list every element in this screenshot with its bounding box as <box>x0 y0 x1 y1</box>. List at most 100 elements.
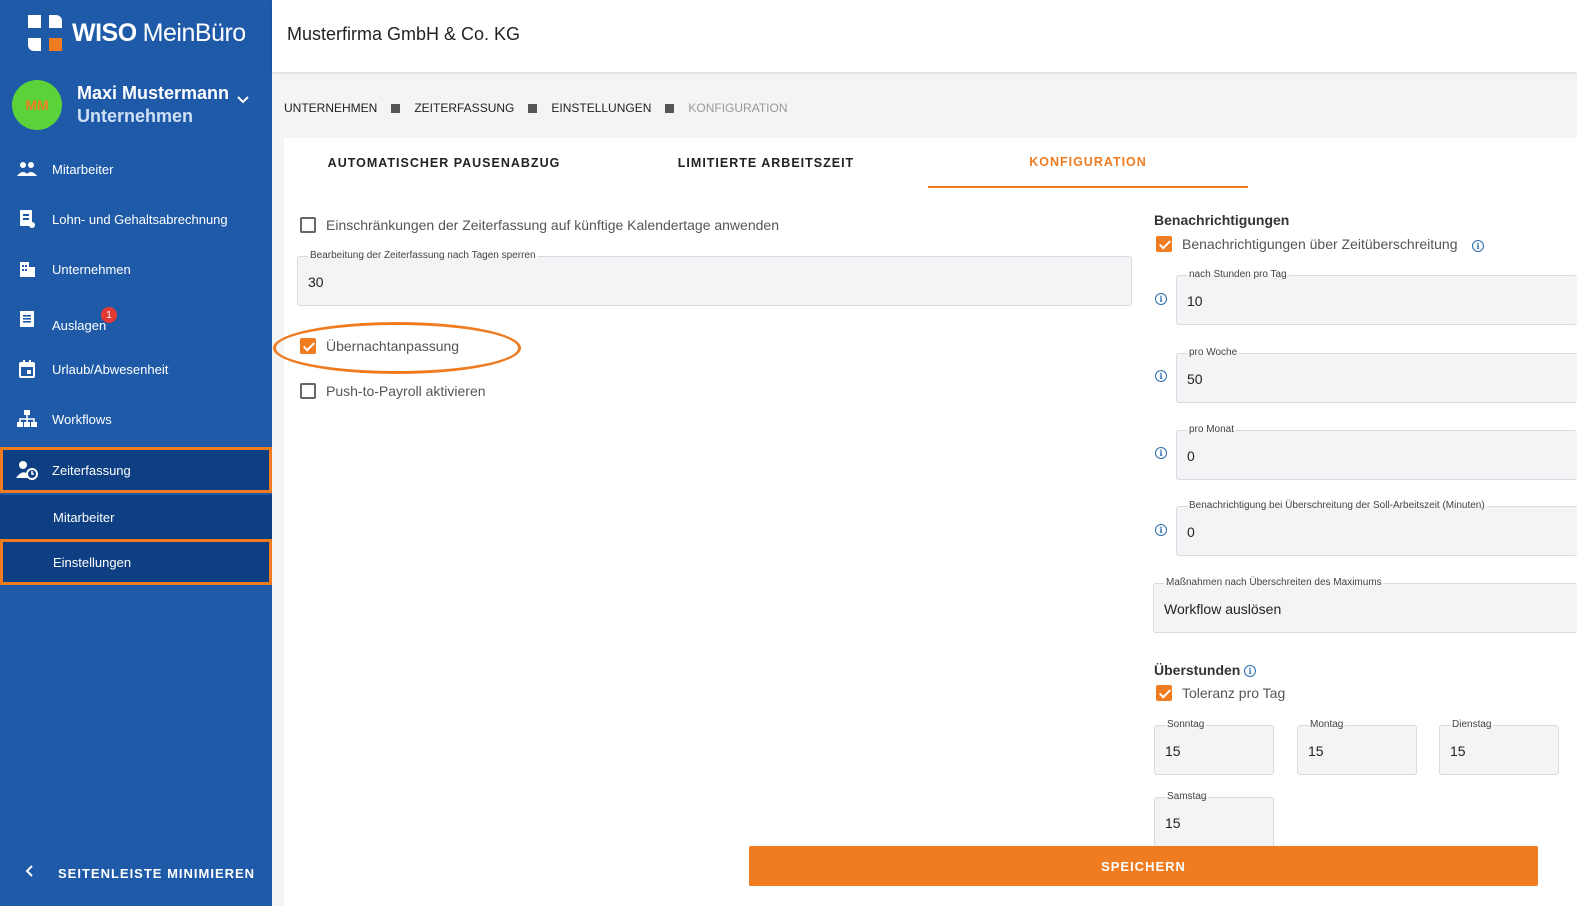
sidebar-item-workflows[interactable]: Workflows <box>0 397 272 441</box>
sidebar: WISO MeinBüro MM Maxi Mustermann Unterneh… <box>0 0 272 906</box>
user-role: Unternehmen <box>77 106 194 126</box>
tab-limitierte-arbeitszeit[interactable]: LIMITIERTE ARBEITSZEIT <box>606 138 926 188</box>
sidebar-item-label: Unternehmen <box>52 261 131 277</box>
notifications-title: Benachrichtigungen <box>1154 212 1290 228</box>
breadcrumb-separator-icon <box>665 103 675 113</box>
sidebar-item-zeiterfassung[interactable]: Zeiterfassung <box>0 447 272 493</box>
breadcrumb-separator-icon <box>528 103 538 113</box>
sidebar-item-mitarbeiter[interactable]: Mitarbeiter <box>0 147 272 191</box>
highlight-ellipse <box>273 322 521 374</box>
field-value: Workflow auslösen <box>1164 601 1282 617</box>
field-value: 10 <box>1187 293 1203 309</box>
field-value: 15 <box>1308 743 1324 759</box>
sidebar-item-label: Einstellungen <box>53 554 132 570</box>
push-to-payroll-checkbox[interactable]: Push-to-Payroll aktivieren <box>300 383 486 399</box>
sidebar-subitem-mitarbeiter[interactable]: Mitarbeiter <box>0 495 272 539</box>
payroll-icon <box>16 209 38 229</box>
logo-text: WISO MeinBüro <box>72 18 246 47</box>
sidebar-item-auslagen[interactable]: Auslagen 1 <box>0 297 272 341</box>
people-icon <box>16 159 38 179</box>
per-week-field[interactable]: pro Woche 50 <box>1176 347 1577 403</box>
checkbox-icon <box>300 383 316 399</box>
info-icon[interactable]: i <box>1155 524 1167 536</box>
sunday-tolerance-field[interactable]: Sonntag 15 <box>1154 719 1274 775</box>
tab-bar: AUTOMATISCHER PAUSENABZUG LIMITIERTE ARB… <box>284 138 1577 188</box>
info-icon[interactable]: i <box>1472 240 1484 252</box>
logo-mark-icon <box>28 15 62 51</box>
sidebar-item-unternehmen[interactable]: Unternehmen <box>0 247 272 291</box>
minimize-label: SEITENLEISTE MINIMIEREN <box>58 865 256 881</box>
chevron-down-icon[interactable] <box>236 92 250 108</box>
breadcrumb-item[interactable]: ZEITERFASSUNG <box>414 101 514 115</box>
field-label: Maßnahmen nach Überschreiten des Maximum… <box>1164 577 1384 588</box>
hours-per-day-field[interactable]: nach Stunden pro Tag 10 <box>1176 269 1577 325</box>
field-label: Bearbeitung der Zeiterfassung nach Tagen… <box>308 250 538 261</box>
brand-logo[interactable]: WISO MeinBüro <box>28 15 246 51</box>
field-label: nach Stunden pro Tag <box>1187 269 1289 280</box>
field-label: Benachrichtigung bei Überschreitung der … <box>1187 500 1487 511</box>
field-value: 15 <box>1165 815 1181 831</box>
sidebar-item-label: Urlaub/Abwesenheit <box>52 361 169 377</box>
checkbox-label: Benachrichtigungen über Zeitüberschreitu… <box>1182 236 1458 252</box>
field-label: pro Woche <box>1187 347 1240 358</box>
lock-days-field[interactable]: Bearbeitung der Zeiterfassung nach Tagen… <box>297 250 1132 306</box>
sidebar-item-label: Mitarbeiter <box>53 509 115 525</box>
saturday-tolerance-field[interactable]: Samstag 15 <box>1154 791 1274 847</box>
restrict-future-days-checkbox[interactable]: Einschränkungen der Zeiterfassung auf kü… <box>300 217 779 233</box>
breadcrumb-item[interactable]: UNTERNEHMEN <box>284 101 377 115</box>
breadcrumb-separator-icon <box>391 103 401 113</box>
building-icon <box>16 259 38 279</box>
per-month-field[interactable]: pro Monat 0 <box>1176 424 1577 480</box>
breadcrumb: UNTERNEHMEN ZEITERFASSUNG EINSTELLUNGEN … <box>284 101 788 115</box>
info-icon[interactable]: i <box>1155 370 1167 382</box>
field-label: pro Monat <box>1187 424 1237 435</box>
field-label: Sonntag <box>1165 719 1207 730</box>
field-label: Montag <box>1308 719 1346 730</box>
tab-konfiguration[interactable]: KONFIGURATION <box>928 138 1248 188</box>
sidebar-item-label: Zeiterfassung <box>52 462 131 478</box>
info-icon[interactable]: i <box>1155 447 1167 459</box>
workflow-icon <box>16 409 38 429</box>
overtime-title: Überstunden <box>1154 662 1241 678</box>
sidebar-item-label: Mitarbeiter <box>52 161 114 177</box>
max-actions-select[interactable]: Maßnahmen nach Überschreiten des Maximum… <box>1153 577 1577 633</box>
monday-tolerance-field[interactable]: Montag 15 <box>1297 719 1417 775</box>
field-value: 15 <box>1165 743 1181 759</box>
field-value: 0 <box>1187 448 1195 464</box>
exceed-notification-checkbox[interactable]: Benachrichtigungen über Zeitüberschreitu… <box>1156 236 1458 252</box>
info-icon[interactable]: i <box>1244 665 1256 677</box>
checkbox-label: Einschränkungen der Zeiterfassung auf kü… <box>326 217 779 233</box>
checkbox-checked-icon <box>1156 685 1172 701</box>
sidebar-item-label: Auslagen <box>52 317 107 333</box>
sidebar-subitem-einstellungen[interactable]: Einstellungen <box>0 539 272 585</box>
checkbox-checked-icon <box>1156 236 1172 252</box>
field-value: 50 <box>1187 371 1203 387</box>
save-button[interactable]: SPEICHERN <box>749 846 1538 886</box>
sidebar-item-lohn[interactable]: Lohn- und Gehaltsabrechnung <box>0 197 272 241</box>
checkbox-label: Push-to-Payroll aktivieren <box>326 383 486 399</box>
receipt-icon <box>16 309 38 329</box>
tab-automatischer-pausenabzug[interactable]: AUTOMATISCHER PAUSENABZUG <box>284 138 604 188</box>
tolerance-per-day-checkbox[interactable]: Toleranz pro Tag <box>1156 685 1285 701</box>
field-value: 30 <box>308 274 324 290</box>
breadcrumb-current: KONFIGURATION <box>688 101 788 115</box>
sidebar-item-urlaub[interactable]: Urlaub/Abwesenheit <box>0 347 272 391</box>
target-exceed-minutes-field[interactable]: Benachrichtigung bei Überschreitung der … <box>1176 500 1577 556</box>
sidebar-item-label: Workflows <box>52 411 112 427</box>
checkbox-label: Toleranz pro Tag <box>1182 685 1286 701</box>
field-label: Dienstag <box>1450 719 1494 730</box>
user-menu[interactable]: MM Maxi Mustermann Unternehmen <box>12 80 262 130</box>
time-tracking-icon <box>16 460 38 480</box>
notification-badge: 1 <box>101 307 117 323</box>
calendar-icon <box>16 359 38 379</box>
top-header: Musterfirma GmbH & Co. KG <box>272 0 1577 72</box>
minimize-sidebar-button[interactable]: SEITENLEISTE MINIMIEREN <box>0 860 272 886</box>
company-name[interactable]: Musterfirma GmbH & Co. KG <box>287 24 520 45</box>
info-icon[interactable]: i <box>1155 293 1167 305</box>
checkbox-icon <box>300 217 316 233</box>
breadcrumb-item[interactable]: EINSTELLUNGEN <box>551 101 651 115</box>
field-value: 0 <box>1187 524 1195 540</box>
avatar: MM <box>12 80 62 130</box>
user-name: Maxi Mustermann <box>77 83 230 103</box>
tuesday-tolerance-field[interactable]: Dienstag 15 <box>1439 719 1559 775</box>
